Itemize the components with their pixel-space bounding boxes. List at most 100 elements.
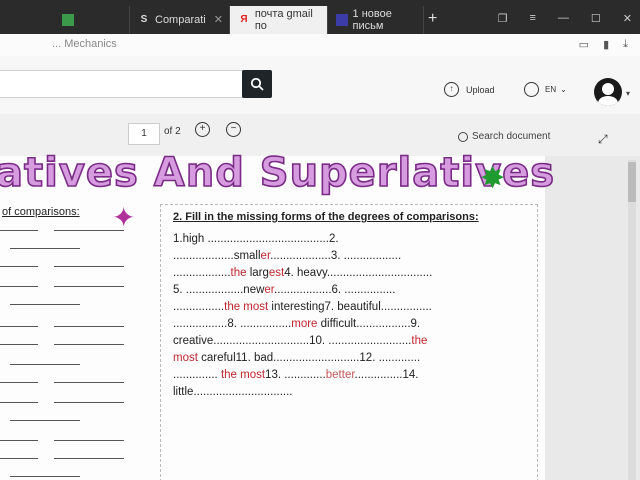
yandex-icon: Я <box>240 14 248 25</box>
bookmark-icon[interactable]: ▮ <box>603 38 609 51</box>
blank-line <box>10 304 80 305</box>
site-header: ... Mechanics ▭ ▮ ⤓ <box>0 34 640 56</box>
exercise-line: creative..............................10… <box>173 333 528 350</box>
answer-text: the <box>230 267 247 279</box>
line-text: ................ <box>173 301 225 313</box>
search-button[interactable] <box>242 70 272 98</box>
tab-2-label: Comparati <box>155 14 206 26</box>
maximize-icon[interactable]: ☐ <box>591 12 601 25</box>
blank-line <box>54 230 124 231</box>
zoom-in-icon[interactable]: + <box>195 122 210 137</box>
blank-line <box>0 382 38 383</box>
search-document-label: Search document <box>472 131 551 142</box>
exercise-line: ..................the largest4. heavy...… <box>173 265 528 282</box>
line-text: larg <box>246 267 269 279</box>
answer-text: most <box>173 352 198 364</box>
tab-1[interactable] <box>54 6 130 34</box>
blank-line <box>54 458 124 459</box>
window-controls: ❐ ≡ — ☐ ✕ <box>498 12 632 25</box>
close-icon[interactable]: ✕ <box>214 13 223 26</box>
line-text: 13. ............. <box>265 369 326 381</box>
line-text: 1.high .................................… <box>173 233 339 245</box>
exercise-line: ................the most interesting7. b… <box>173 299 528 316</box>
collections-icon[interactable]: ❐ <box>498 12 508 25</box>
page-count: of 2 <box>164 126 181 137</box>
tab-2[interactable]: S Comparati ✕ <box>130 6 230 34</box>
scrollbar[interactable] <box>628 160 636 480</box>
s-logo-icon: S <box>140 14 148 25</box>
language-selector[interactable]: EN ⌄ <box>524 82 567 97</box>
line-text: careful11. bad..........................… <box>197 352 421 364</box>
exercise-line: .................8. ................more… <box>173 316 528 333</box>
download-icon[interactable]: ⤓ <box>623 38 628 51</box>
search-input[interactable] <box>0 70 244 98</box>
exercise-2-heading: 2. Fill in the missing forms of the degr… <box>173 211 479 223</box>
document-page: atives And Superlatives ✸ of comparisons… <box>0 149 555 480</box>
tab-4[interactable]: 1 новое письм <box>328 6 424 34</box>
line-text: creative..............................10… <box>173 335 412 347</box>
exercise-2-box: 2. Fill in the missing forms of the degr… <box>160 204 538 480</box>
answer-text: better <box>325 369 355 381</box>
blank-line <box>54 286 124 287</box>
window-close-icon[interactable]: ✕ <box>623 12 632 25</box>
line-text: ...................3. .................. <box>270 250 402 262</box>
upload-icon: ↑ <box>444 82 459 97</box>
answer-text: er <box>264 284 274 296</box>
line-text: ..................6. ................ <box>274 284 396 296</box>
globe-icon <box>524 82 539 97</box>
line-text: 5. ..................new <box>173 284 265 296</box>
line-text: ...............14. <box>354 369 419 381</box>
blank-line <box>0 344 38 345</box>
line-text: 4. heavy................................… <box>284 267 433 279</box>
avatar-caret-icon[interactable]: ▾ <box>626 89 630 98</box>
blank-line <box>0 286 38 287</box>
upload-button[interactable]: ↑ Upload <box>444 82 495 97</box>
worksheet-title: atives And Superlatives <box>0 149 556 197</box>
blank-line <box>54 440 124 441</box>
zoom-out-icon[interactable]: − <box>226 122 241 137</box>
minimize-icon[interactable]: — <box>558 12 569 25</box>
language-label: EN <box>545 85 557 94</box>
blank-line <box>0 458 38 459</box>
blank-line <box>10 248 80 249</box>
avatar[interactable] <box>594 78 622 106</box>
scrollbar-thumb[interactable] <box>628 162 636 202</box>
extension-icons: ▭ ▮ ⤓ <box>579 38 628 51</box>
page-number-input[interactable]: 1 <box>128 123 160 145</box>
page-icon[interactable]: ▭ <box>579 38 589 51</box>
line-text: ...................small <box>173 250 261 262</box>
mail-tab-icon <box>336 14 348 26</box>
blank-line <box>10 364 80 365</box>
blank-line <box>0 440 38 441</box>
blank-line <box>54 344 124 345</box>
blank-line <box>10 476 80 477</box>
green-tab-icon <box>62 14 74 26</box>
line-text: interesting7. beautiful................ <box>268 301 432 313</box>
answer-text: the most <box>224 301 269 313</box>
line-text: difficult.................9. <box>317 318 421 330</box>
site-search-row: ↑ Upload EN ⌄ ▾ <box>0 56 640 115</box>
exercise-line: 5. ..................newer..............… <box>173 282 528 299</box>
blank-line <box>0 326 38 327</box>
search-icon <box>250 77 264 91</box>
tab-4-label: 1 новое письм <box>352 8 392 32</box>
pink-star-icon: ✦ <box>112 202 136 233</box>
tab-3[interactable]: Я почта gmail по <box>230 6 328 34</box>
answer-text: the most <box>220 369 266 381</box>
blank-line <box>0 402 38 403</box>
blank-line <box>54 382 124 383</box>
left-exercise-heading: of comparisons: <box>2 206 80 218</box>
menu-icon[interactable]: ≡ <box>529 12 535 25</box>
exercise-line: little............................... <box>173 384 528 401</box>
fullscreen-icon[interactable]: ⤢ <box>598 132 608 147</box>
blank-line <box>54 266 124 267</box>
search-document-button[interactable]: Search document <box>458 131 550 142</box>
new-tab-button[interactable]: + <box>428 10 437 28</box>
search-icon <box>458 131 468 142</box>
blank-line <box>54 402 124 403</box>
answer-text: er <box>260 250 271 262</box>
chevron-down-icon: ⌄ <box>560 85 567 94</box>
exercise-2-lines: 1.high .................................… <box>173 231 528 401</box>
exercise-line: ...................smaller..............… <box>173 248 528 265</box>
answer-text: the <box>411 335 428 347</box>
